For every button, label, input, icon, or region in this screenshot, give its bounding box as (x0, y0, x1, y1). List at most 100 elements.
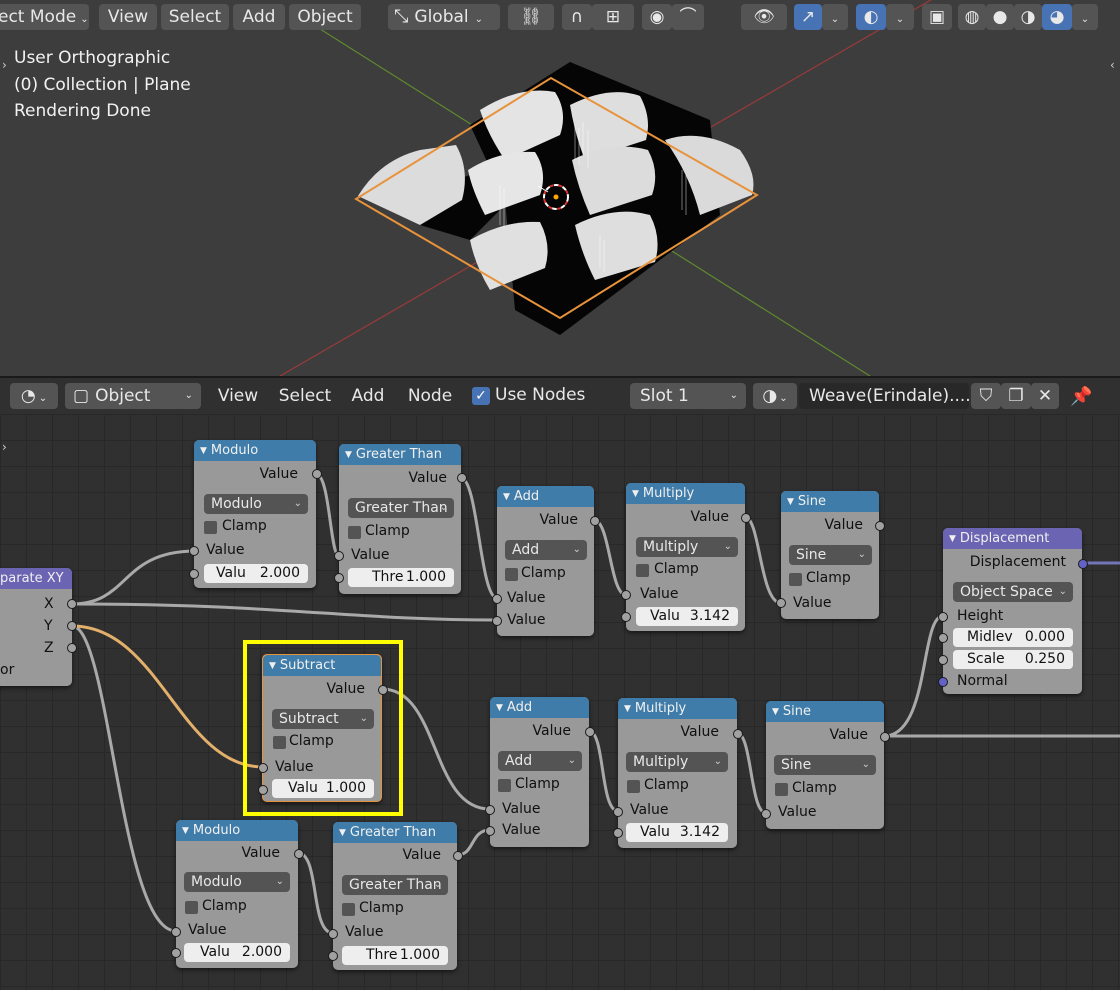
collapse-arrow-icon[interactable]: ▼ (269, 661, 276, 671)
operation-dropdown[interactable]: Add ⌄ (505, 540, 587, 560)
node-subtract[interactable]: ▼ Subtract Value Subtract ⌄ Clamp Value Va… (258, 654, 388, 802)
input-normal-label: Normal (957, 673, 1008, 689)
socket-input[interactable] (492, 594, 502, 604)
collapse-arrow-icon[interactable]: ▼ (339, 828, 346, 838)
socket-output[interactable] (457, 473, 467, 483)
collapse-arrow-icon[interactable]: ▼ (182, 826, 189, 836)
socket-input-2[interactable] (621, 612, 631, 622)
socket-output[interactable] (378, 685, 388, 695)
threshold-field[interactable]: Thre 1.000 (348, 568, 454, 587)
socket-output[interactable] (294, 849, 304, 859)
socket-output-z[interactable] (67, 643, 77, 653)
socket-output[interactable] (590, 516, 600, 526)
socket-input-height[interactable] (938, 612, 948, 622)
clamp-checkbox[interactable] (185, 901, 198, 914)
operation-dropdown[interactable]: Sine ⌄ (789, 545, 872, 565)
socket-input[interactable] (328, 929, 338, 939)
chevron-down-icon: ⌄ (861, 759, 870, 770)
node-header: ▼ Modulo (176, 820, 298, 841)
socket-input[interactable] (189, 546, 199, 556)
space-dropdown[interactable]: Object Space ⌄ (953, 582, 1073, 602)
socket-output-displacement[interactable] (1078, 559, 1088, 569)
socket-input[interactable] (334, 551, 344, 561)
node-displacement[interactable]: ▼ Displacement Displacement Object Space ⌄… (938, 528, 1088, 694)
collapse-arrow-icon[interactable]: ▼ (503, 492, 510, 502)
socket-input-2[interactable] (189, 569, 199, 579)
clamp-checkbox[interactable] (505, 568, 518, 581)
socket-output[interactable] (312, 469, 322, 479)
socket-output-x[interactable] (67, 599, 77, 609)
socket-output-y[interactable] (67, 621, 77, 631)
scale-field[interactable]: Scale 0.250 (953, 650, 1073, 669)
operation-dropdown[interactable]: Add ⌄ (498, 751, 582, 771)
node-modulo-top[interactable]: ▼ Modulo Value Modulo ⌄ Clamp Value Valu 2.… (189, 440, 322, 588)
toolbar-expand-icon[interactable]: › (2, 440, 7, 454)
socket-input[interactable] (621, 590, 631, 600)
node-multiply-top[interactable]: ▼ Multiply Value Multiply ⌄ Clamp Value Va… (621, 483, 751, 631)
midlevel-field[interactable]: Midlev 0.000 (953, 628, 1073, 647)
socket-output[interactable] (733, 729, 743, 739)
node-greater-than-top[interactable]: ▼ Greater Than Value Greater Than ⌄ Clamp … (334, 444, 467, 594)
socket-output[interactable] (880, 732, 890, 742)
collapse-arrow-icon[interactable]: ▼ (949, 534, 956, 544)
collapse-arrow-icon[interactable]: ▼ (345, 450, 352, 460)
threshold-field[interactable]: Thre 1.000 (342, 946, 448, 965)
clamp-checkbox[interactable] (273, 736, 286, 749)
socket-input-scale[interactable] (938, 655, 948, 665)
socket-input[interactable] (485, 805, 495, 815)
socket-input-2[interactable] (334, 573, 344, 583)
collapse-arrow-icon[interactable]: ▼ (787, 497, 794, 507)
socket-input[interactable] (171, 927, 181, 937)
socket-input-normal[interactable] (938, 677, 948, 687)
socket-input-2[interactable] (613, 828, 623, 838)
clamp-checkbox[interactable] (204, 521, 217, 534)
socket-output[interactable] (585, 727, 595, 737)
socket-input[interactable] (761, 809, 771, 819)
collapse-arrow-icon[interactable]: ▼ (632, 489, 639, 499)
collapse-arrow-icon[interactable]: ▼ (200, 446, 207, 456)
socket-input[interactable] (776, 598, 786, 608)
node-sine-bottom[interactable]: ▼ Sine Value Sine ⌄ Clamp Value (761, 701, 890, 829)
clamp-checkbox[interactable] (342, 903, 355, 916)
socket-input-2[interactable] (485, 826, 495, 836)
collapse-arrow-icon[interactable]: ▼ (624, 704, 631, 714)
socket-input-midlevel[interactable] (938, 633, 948, 643)
socket-input-2[interactable] (492, 616, 502, 626)
clamp-checkbox[interactable] (627, 780, 640, 793)
operation-dropdown[interactable]: Sine ⌄ (774, 755, 876, 775)
node-modulo-bottom[interactable]: ▼ Modulo Value Modulo ⌄ Clamp Value Valu 2.… (171, 820, 304, 968)
operation-dropdown[interactable]: Modulo ⌄ (204, 494, 308, 514)
clamp-checkbox[interactable] (498, 779, 511, 792)
value-field[interactable]: Valu 3.142 (636, 607, 738, 626)
socket-input-2[interactable] (171, 948, 181, 958)
clamp-checkbox[interactable] (775, 783, 788, 796)
socket-input[interactable] (258, 763, 268, 773)
value-field[interactable]: Valu 3.142 (626, 823, 728, 842)
collapse-arrow-icon[interactable]: ▼ (772, 707, 779, 717)
collapse-arrow-icon[interactable]: ▼ (496, 703, 503, 713)
socket-output[interactable] (875, 521, 885, 531)
socket-input[interactable] (613, 807, 623, 817)
node-multiply-bottom[interactable]: ▼ Multiply Value Multiply ⌄ Clamp Value Va… (613, 698, 743, 848)
clamp-checkbox[interactable] (348, 526, 361, 539)
socket-output[interactable] (453, 851, 463, 861)
operation-dropdown[interactable]: Multiply ⌄ (626, 752, 728, 772)
value-field[interactable]: Valu 1.000 (272, 779, 374, 798)
operation-dropdown[interactable]: Subtract ⌄ (272, 709, 374, 729)
operation-dropdown[interactable]: Multiply ⌄ (636, 537, 738, 557)
operation-dropdown[interactable]: Greater Than ⌄ (342, 875, 448, 895)
clamp-checkbox[interactable] (789, 573, 802, 586)
operation-dropdown[interactable]: Greater Than ⌄ (348, 498, 454, 518)
socket-output[interactable] (741, 513, 751, 523)
node-greater-than-bottom[interactable]: ▼ Greater Than Value Greater Than ⌄ Clamp … (328, 822, 463, 970)
socket-input-2[interactable] (258, 785, 268, 795)
node-add-top[interactable]: ▼ Add Value Add ⌄ Clamp Value Value (492, 486, 600, 636)
node-add-bottom[interactable]: ▼ Add Value Add ⌄ Clamp Value Value (485, 697, 595, 847)
socket-input-2[interactable] (328, 951, 338, 961)
clamp-checkbox[interactable] (636, 564, 649, 577)
node-separate-xy[interactable]: parate XY X Y Z or (0, 568, 77, 686)
value-field[interactable]: Valu 2.000 (204, 564, 308, 583)
node-sine-top[interactable]: ▼ Sine Value Sine ⌄ Clamp Value (776, 491, 885, 619)
value-field[interactable]: Valu 2.000 (184, 943, 290, 962)
operation-dropdown[interactable]: Modulo ⌄ (184, 872, 290, 892)
